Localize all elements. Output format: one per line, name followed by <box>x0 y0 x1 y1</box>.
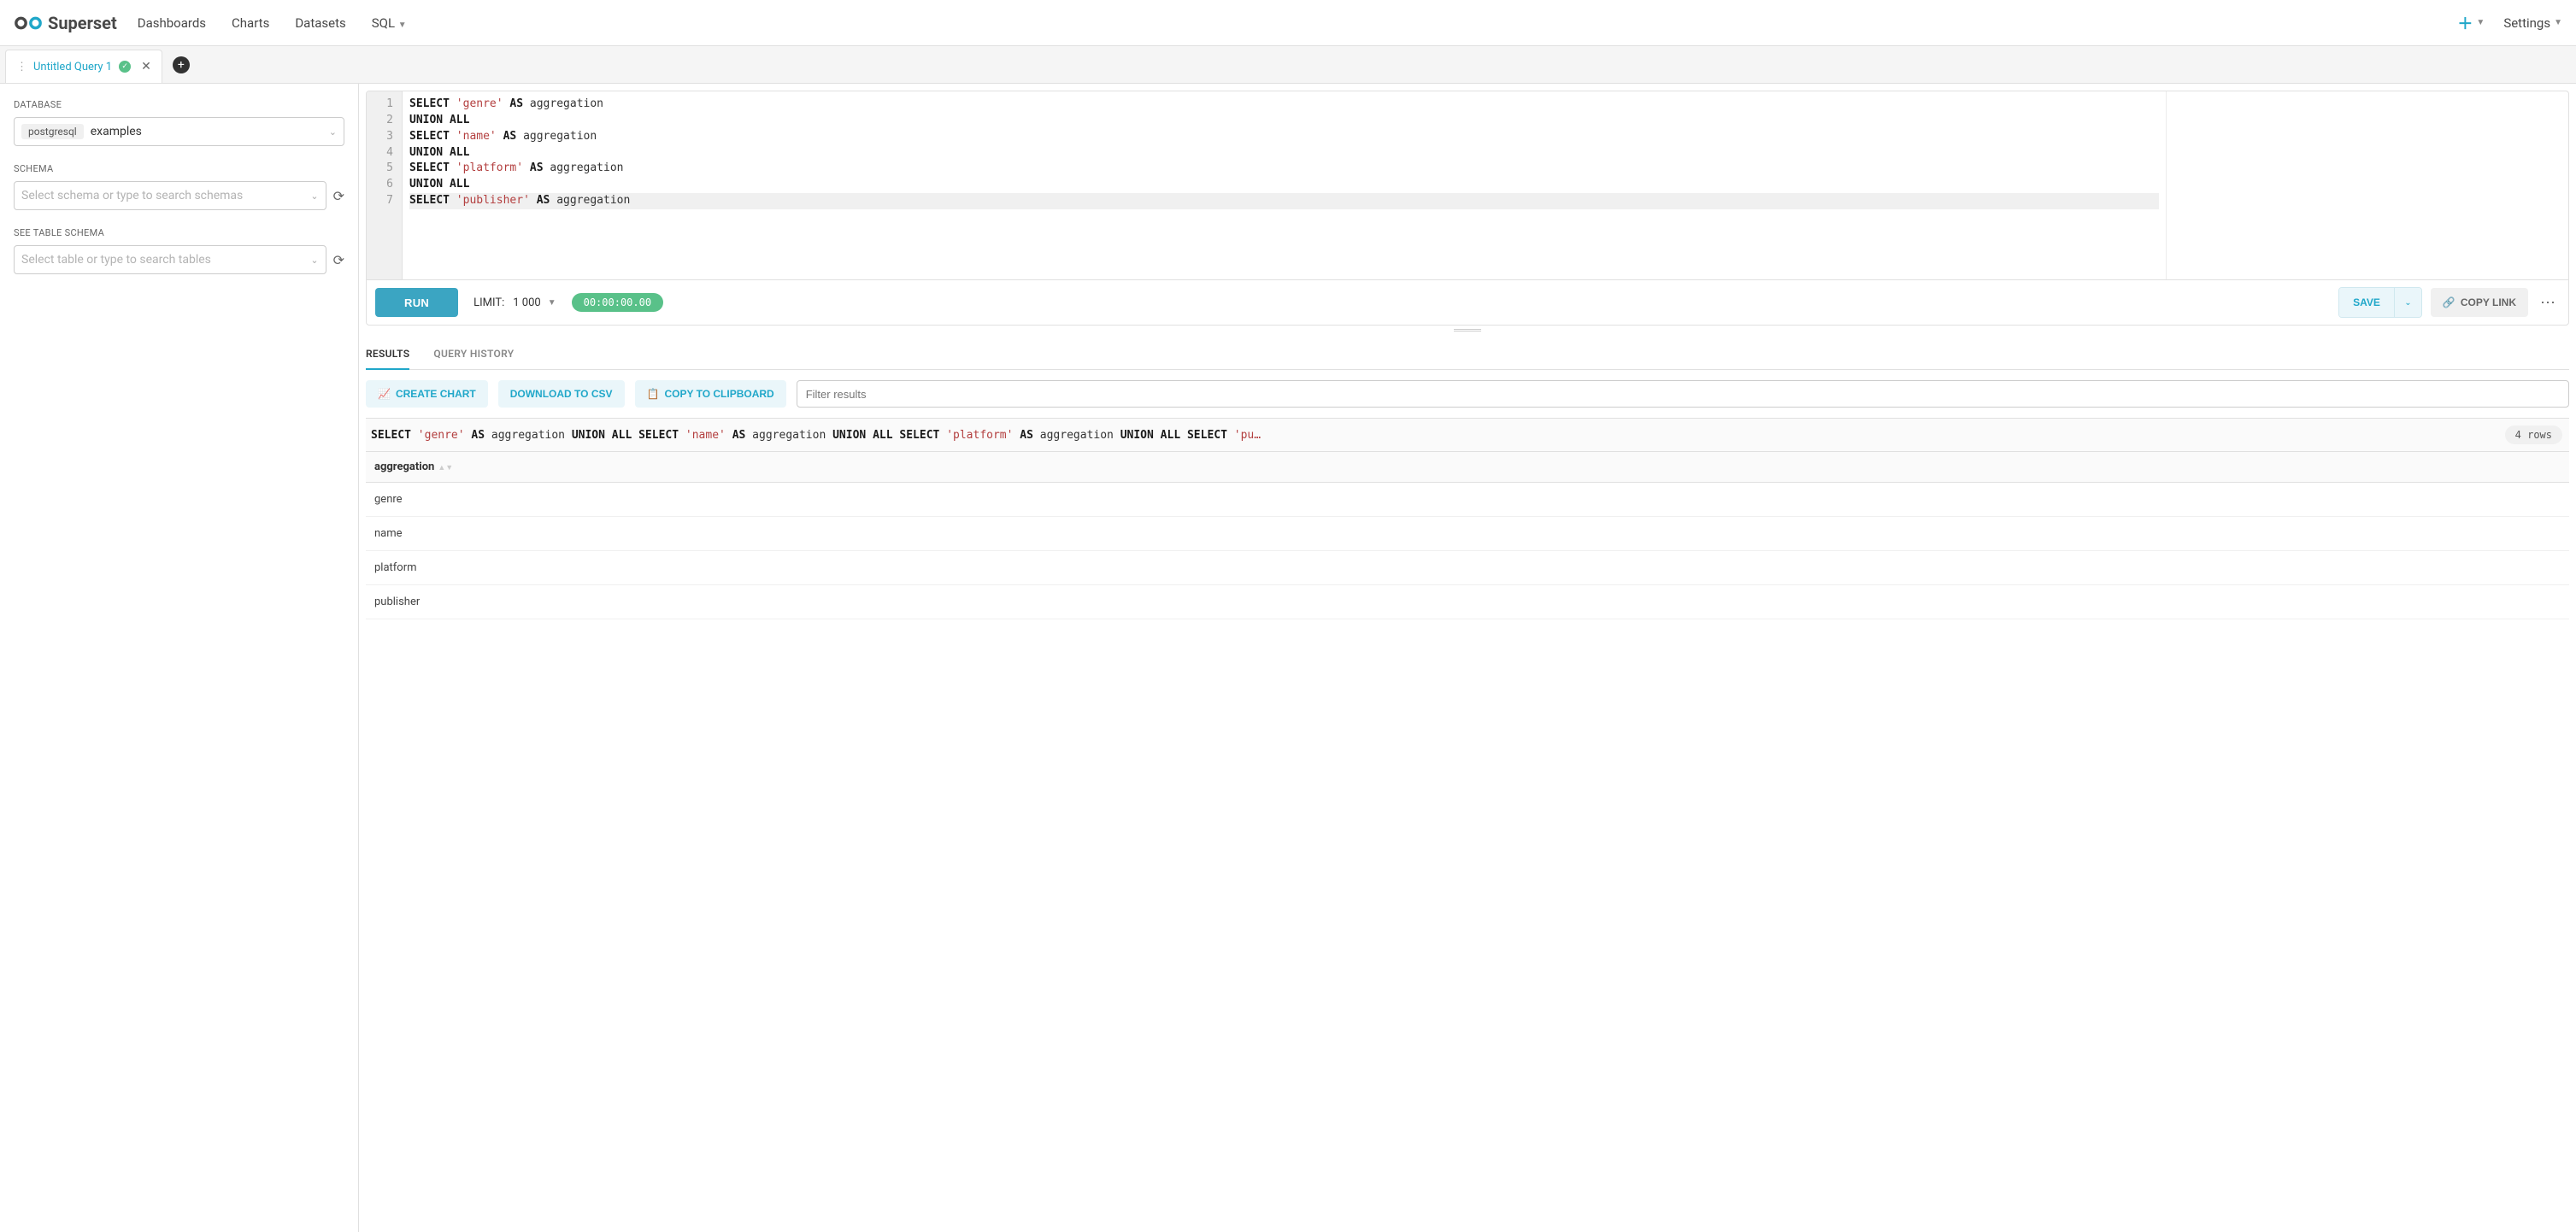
chevron-down-icon: ⌄ <box>2404 298 2411 308</box>
nav-dashboards[interactable]: Dashboards <box>138 15 206 31</box>
limit-box: LIMIT: 1 000 ▼ <box>473 296 556 309</box>
executed-sql-text: SELECT 'genre' AS aggregation UNION ALL … <box>366 429 2495 442</box>
schema-placeholder: Select schema or type to search schemas <box>21 189 243 202</box>
query-tabstrip: ⋮ Untitled Query 1 ✓ ✕ + <box>0 46 2576 84</box>
database-label: DATABASE <box>14 99 344 110</box>
tab-results[interactable]: RESULTS <box>366 339 409 370</box>
limit-value: 1 000 <box>513 296 540 309</box>
query-timer: 00:00:00.00 <box>572 293 663 312</box>
tab-query-history[interactable]: QUERY HISTORY <box>433 339 514 369</box>
caret-down-icon: ▼ <box>2476 18 2485 27</box>
save-button[interactable]: SAVE <box>2339 288 2394 317</box>
table-cell: publisher <box>366 585 2569 619</box>
create-chart-button[interactable]: 📈 CREATE CHART <box>366 380 488 408</box>
status-success-icon: ✓ <box>119 61 131 73</box>
link-icon: 🔗 <box>2443 296 2455 308</box>
plus-icon: ＋ <box>2457 12 2473 34</box>
top-navbar: Superset Dashboards Charts Datasets SQL … <box>0 0 2576 46</box>
copy-link-label: COPY LINK <box>2461 296 2516 308</box>
results-actions: 📈 CREATE CHART DOWNLOAD TO CSV 📋 COPY TO… <box>366 370 2569 418</box>
nav-right: ＋ ▼ Settings ▼ <box>2457 12 2562 34</box>
chevron-down-icon: ⌄ <box>310 255 318 266</box>
copy-link-button[interactable]: 🔗 COPY LINK <box>2431 288 2528 317</box>
copy-clipboard-button[interactable]: 📋 COPY TO CLIPBOARD <box>635 380 786 408</box>
code-area[interactable]: SELECT 'genre' AS aggregationUNION ALLSE… <box>403 91 2167 279</box>
create-chart-label: CREATE CHART <box>396 388 476 400</box>
row-count-pill: 4 rows <box>2505 425 2562 444</box>
table-cell: genre <box>366 483 2569 517</box>
more-menu-button[interactable]: ⋯ <box>2537 294 2560 312</box>
results-table: aggregation▲▼ genrenameplatformpublisher <box>366 452 2569 619</box>
toolbar-right: SAVE ⌄ 🔗 COPY LINK ⋯ <box>2338 287 2560 318</box>
query-tab-name: Untitled Query 1 <box>33 61 112 73</box>
plus-icon: + <box>178 59 185 71</box>
line-gutter: 1234567 <box>367 91 403 279</box>
save-dropdown-button[interactable]: ⌄ <box>2394 288 2421 317</box>
add-tab: + <box>162 46 200 83</box>
editor-spacer <box>2167 91 2568 279</box>
nav-datasets[interactable]: Datasets <box>295 15 345 31</box>
chevron-down-icon: ⌄ <box>329 126 337 138</box>
copy-clipboard-label: COPY TO CLIPBOARD <box>664 388 773 400</box>
limit-select[interactable]: 1 000 ▼ <box>513 296 556 309</box>
left-pane: DATABASE postgresql examples ⌄ SCHEMA Se… <box>0 84 359 1232</box>
column-header[interactable]: aggregation▲▼ <box>366 452 2569 483</box>
limit-label: LIMIT: <box>473 296 504 309</box>
brand-text: Superset <box>48 13 117 33</box>
sort-icon: ▲▼ <box>438 464 453 472</box>
table-label: SEE TABLE SCHEMA <box>14 227 344 238</box>
vertical-resize-handle[interactable] <box>366 326 2569 334</box>
database-engine-pill: postgresql <box>21 124 84 139</box>
nav-links: Dashboards Charts Datasets SQL ▼ <box>138 15 407 31</box>
nav-charts[interactable]: Charts <box>232 15 269 31</box>
nav-settings[interactable]: Settings ▼ <box>2503 15 2562 31</box>
sql-editor-card: 1234567 SELECT 'genre' AS aggregationUNI… <box>366 91 2569 326</box>
executed-sql-bar: SELECT 'genre' AS aggregation UNION ALL … <box>366 418 2569 452</box>
chevron-down-icon: ⌄ <box>310 191 318 202</box>
brand[interactable]: Superset <box>14 13 117 33</box>
caret-down-icon: ▼ <box>2554 18 2562 27</box>
filter-results-input[interactable] <box>797 380 2569 408</box>
table-body: genrenameplatformpublisher <box>366 483 2569 619</box>
table-select[interactable]: Select table or type to search tables ⌄ <box>14 245 326 274</box>
database-select[interactable]: postgresql examples ⌄ <box>14 117 344 146</box>
database-value: examples <box>91 125 142 138</box>
right-pane: 1234567 SELECT 'genre' AS aggregationUNI… <box>359 84 2576 1232</box>
table-row[interactable]: name <box>366 517 2569 551</box>
table-cell: platform <box>366 551 2569 585</box>
table-row[interactable]: publisher <box>366 585 2569 619</box>
database-section: DATABASE postgresql examples ⌄ <box>14 99 344 146</box>
save-group: SAVE ⌄ <box>2338 287 2422 318</box>
close-tab-icon[interactable]: ✕ <box>141 60 151 73</box>
download-csv-button[interactable]: DOWNLOAD TO CSV <box>498 380 625 408</box>
add-tab-button[interactable]: + <box>173 56 190 73</box>
run-button[interactable]: RUN <box>375 288 458 317</box>
caret-down-icon: ▼ <box>398 21 407 30</box>
refresh-schema-icon[interactable]: ⟳ <box>333 188 344 204</box>
query-tab[interactable]: ⋮ Untitled Query 1 ✓ ✕ <box>5 50 162 83</box>
results-tabs: RESULTS QUERY HISTORY <box>366 339 2569 370</box>
sql-editor[interactable]: 1234567 SELECT 'genre' AS aggregationUNI… <box>367 91 2568 279</box>
schema-section: SCHEMA Select schema or type to search s… <box>14 163 344 210</box>
table-row[interactable]: genre <box>366 483 2569 517</box>
drag-handle-icon[interactable]: ⋮ <box>16 61 26 73</box>
table-row[interactable]: platform <box>366 551 2569 585</box>
main-area: DATABASE postgresql examples ⌄ SCHEMA Se… <box>0 84 2576 1232</box>
schema-select[interactable]: Select schema or type to search schemas … <box>14 181 326 210</box>
table-section: SEE TABLE SCHEMA Select table or type to… <box>14 227 344 274</box>
nav-sql[interactable]: SQL ▼ <box>372 15 407 31</box>
clipboard-icon: 📋 <box>647 388 660 400</box>
refresh-table-icon[interactable]: ⟳ <box>333 252 344 268</box>
table-cell: name <box>366 517 2569 551</box>
editor-toolbar: RUN LIMIT: 1 000 ▼ 00:00:00.00 SAVE ⌄ <box>367 279 2568 325</box>
superset-logo-icon <box>14 14 43 32</box>
nav-sql-label: SQL <box>372 15 395 31</box>
chart-icon: 📈 <box>378 388 391 400</box>
table-placeholder: Select table or type to search tables <box>21 253 211 267</box>
nav-settings-label: Settings <box>2503 15 2550 31</box>
schema-label: SCHEMA <box>14 163 344 174</box>
caret-down-icon: ▼ <box>548 298 556 308</box>
nav-add-button[interactable]: ＋ ▼ <box>2457 12 2485 34</box>
table-header-row: aggregation▲▼ <box>366 452 2569 483</box>
